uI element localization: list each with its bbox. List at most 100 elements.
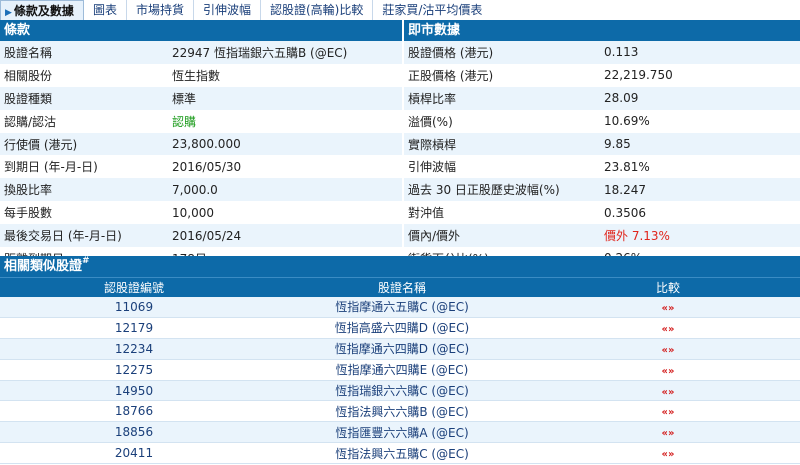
market-value: 22,219.750 (604, 68, 673, 83)
market-label: 實際槓桿 (408, 137, 457, 152)
market-row: 股證價格 (港元) 0.113 (404, 41, 800, 64)
terms-panel: 條款 股證名稱 22947 恆指瑞銀六五購B (@EC) 相關股份 恆生指數股證種類 標… (0, 20, 402, 270)
terms-row: 每手股數 10,000 (0, 201, 402, 225)
compare-icon[interactable]: «» (662, 387, 675, 398)
market-label: 價內/價外 (408, 229, 461, 244)
tab-warrant-comparison[interactable]: 認股證(高輪)比較 (261, 0, 374, 20)
warrant-name-link[interactable]: 恆指高盛六四購D (@EC) (268, 319, 536, 336)
terms-row: 股證名稱 22947 恆指瑞銀六五購B (@EC) (0, 41, 402, 64)
market-value: 18.247 (604, 182, 646, 197)
compare-cell: «» (536, 363, 800, 377)
related-row: 20411 恆指法興六五購C (@EC) «» (0, 443, 800, 465)
terms-row: 到期日 (年-月-日) 2016/05/30 (0, 155, 402, 179)
market-value: 28.09 (604, 91, 639, 106)
warrant-code-link[interactable]: 18766 (0, 404, 268, 418)
market-header: 即市數據 (404, 20, 800, 41)
market-row: 價內/價外 價外 7.13% (404, 224, 800, 248)
warrant-code-link[interactable]: 14950 (0, 384, 268, 398)
related-warrants-section: 相關類似股證# 認股證編號 股證名稱 比較 11069 恆指摩通六五購C (@EC… (0, 256, 800, 465)
market-panel: 即市數據 股證價格 (港元) 0.113 正股價格 (港元) 22,219.750 槓桿… (404, 20, 800, 270)
related-header-mark: # (82, 256, 90, 266)
compare-icon[interactable]: «» (662, 407, 675, 418)
terms-header: 條款 (0, 20, 402, 41)
warrant-code-link[interactable]: 20411 (0, 446, 268, 460)
compare-icon[interactable]: «» (662, 428, 675, 439)
related-row: 12275 恆指摩通六四購E (@EC) «» (0, 359, 800, 381)
terms-label: 每手股數 (4, 206, 53, 221)
tab-label: 條款及數據 (13, 4, 74, 18)
column-header-compare: 比較 (655, 281, 680, 295)
terms-row: 換股比率 7,000.0 (0, 178, 402, 202)
warrant-name-link[interactable]: 恆指摩通六五購C (@EC) (268, 298, 536, 315)
warrant-name-link[interactable]: 恆指摩通六四購E (@EC) (268, 361, 536, 378)
related-header-title: 相關類似股證 (4, 259, 83, 274)
compare-cell: «» (536, 384, 800, 398)
terms-value: 23,800.000 (172, 137, 241, 151)
market-label: 對沖值 (408, 206, 445, 221)
warrant-code-link[interactable]: 18856 (0, 425, 268, 439)
terms-label: 最後交易日 (年-月-日) (4, 229, 122, 244)
compare-icon[interactable]: «» (662, 345, 675, 356)
terms-label: 行使價 (港元) (4, 137, 78, 152)
compare-cell: «» (536, 321, 800, 335)
market-row: 引伸波幅 23.81% (404, 155, 800, 179)
terms-value: 2016/05/24 (172, 228, 242, 243)
terms-value: 7,000.0 (172, 182, 218, 197)
warrant-code-link[interactable]: 11069 (0, 300, 268, 314)
market-value: 10.69% (604, 114, 650, 129)
terms-value: 2016/05/30 (172, 159, 242, 174)
market-table: 股證價格 (港元) 0.113 正股價格 (港元) 22,219.750 槓桿比率 28.… (404, 41, 800, 270)
terms-row: 最後交易日 (年-月-日) 2016/05/24 (0, 224, 402, 248)
related-table: 11069 恆指摩通六五購C (@EC) «» 12179 恆指高盛六四購D (@EC)… (0, 297, 800, 465)
market-value: 0.113 (604, 45, 639, 60)
warrant-name-link[interactable]: 恆指瑞銀六六購C (@EC) (268, 382, 536, 399)
compare-icon[interactable]: «» (662, 366, 675, 377)
market-label: 過去 30 日正股歷史波幅(%) (408, 183, 560, 198)
tab-chart[interactable]: 圖表 (84, 0, 127, 20)
terms-label: 認購/認沽 (4, 114, 57, 129)
terms-row: 認購/認沽 認購 (0, 109, 402, 133)
compare-cell: «» (536, 300, 800, 314)
tab-implied-volatility[interactable]: 引伸波幅 (194, 0, 261, 20)
related-row: 12234 恆指摩通六四購D (@EC) «» (0, 338, 800, 360)
compare-icon[interactable]: «» (662, 303, 675, 314)
terms-label: 股證名稱 (4, 45, 53, 60)
tab-terms-data[interactable]: ▶ 條款及數據 (0, 0, 84, 20)
terms-table: 股證名稱 22947 恆指瑞銀六五購B (@EC) 相關股份 恆生指數股證種類 標準認購… (0, 41, 402, 270)
market-row: 對沖值 0.3506 (404, 201, 800, 225)
right-arrow-icon: ▶ (5, 8, 12, 18)
market-label: 正股價格 (港元) (408, 68, 494, 83)
tab-market-maker-prices[interactable]: 莊家買/沽平均價表 (373, 0, 491, 20)
terms-label: 相關股份 (4, 68, 53, 83)
terms-value: 標準 (172, 91, 197, 106)
related-column-header: 認股證編號 股證名稱 比較 (0, 277, 800, 297)
warrant-name-link[interactable]: 恆指匯豐六六購A (@EC) (268, 424, 536, 441)
related-row: 18766 恆指法興六六購B (@EC) «» (0, 401, 800, 423)
warrant-code-link[interactable]: 12234 (0, 342, 268, 356)
related-row: 14950 恆指瑞銀六六購C (@EC) «» (0, 380, 800, 402)
market-row: 槓桿比率 28.09 (404, 86, 800, 110)
market-label: 槓桿比率 (408, 91, 457, 106)
terms-row: 股證種類 標準 (0, 86, 402, 110)
warrant-name-link[interactable]: 恆指摩通六四購D (@EC) (268, 340, 536, 357)
terms-value: 恆生指數 (172, 68, 221, 83)
warrant-code-link[interactable]: 12179 (0, 321, 268, 335)
compare-cell: «» (536, 404, 800, 418)
market-value: 價外 7.13% (604, 229, 670, 244)
tab-market-holdings[interactable]: 市場持貨 (127, 0, 194, 20)
compare-icon[interactable]: «» (662, 324, 675, 335)
compare-cell: «» (536, 425, 800, 439)
terms-value: 22947 恆指瑞銀六五購B (@EC) (172, 45, 348, 60)
warrant-name-link[interactable]: 恆指法興六五購C (@EC) (268, 445, 536, 462)
warrant-code-link[interactable]: 12275 (0, 363, 268, 377)
terms-row: 行使價 (港元) 23,800.000 (0, 132, 402, 156)
warrant-name-link[interactable]: 恆指法興六六購B (@EC) (268, 403, 536, 420)
compare-cell: «» (536, 446, 800, 460)
market-value: 0.3506 (604, 205, 646, 220)
terms-label: 股證種類 (4, 91, 53, 106)
compare-icon[interactable]: «» (662, 449, 675, 460)
column-header-name: 股證名稱 (377, 281, 426, 295)
market-label: 股證價格 (港元) (408, 45, 494, 60)
column-header-code: 認股證編號 (103, 281, 164, 295)
market-row: 實際槓桿 9.85 (404, 132, 800, 156)
